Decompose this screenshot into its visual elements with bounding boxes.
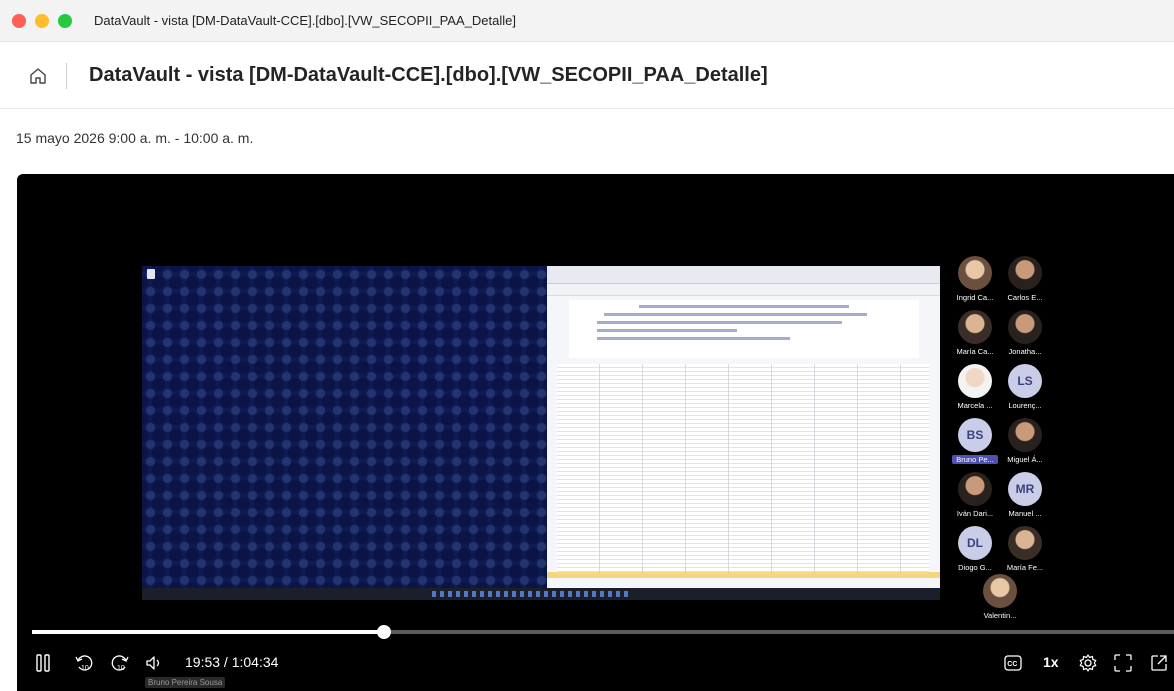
svg-text:10: 10: [117, 665, 125, 672]
forward-10-icon[interactable]: 10: [109, 652, 131, 674]
participant-name: Ingrid Ca...: [956, 293, 994, 302]
rewind-10-icon[interactable]: 10: [73, 652, 95, 674]
participant-name: Miguel Á...: [1007, 455, 1043, 464]
windows-taskbar: [142, 588, 940, 600]
participant-tile[interactable]: Ingrid Ca...: [952, 256, 998, 302]
svg-text:10: 10: [81, 665, 89, 672]
participant-name: Bruno Pe...: [952, 455, 998, 464]
speaker-tooltip: Bruno Pereira Sousa: [145, 677, 226, 688]
participant-tile[interactable]: DL Diogo G...: [952, 526, 998, 572]
participant-name: Diogo G...: [958, 563, 992, 572]
popout-icon[interactable]: [1149, 653, 1169, 673]
avatar: [958, 472, 992, 506]
participant-tile[interactable]: Miguel Á...: [1002, 418, 1048, 464]
participant-tile[interactable]: BS Bruno Pe...: [952, 418, 998, 464]
avatar: [983, 574, 1017, 608]
desktop-wallpaper: [142, 266, 547, 588]
close-window-button[interactable]: [12, 13, 26, 28]
shared-screen: [142, 264, 940, 604]
participant-tile[interactable]: Jonatha...: [1002, 310, 1048, 356]
participant-tile[interactable]: María Ca...: [952, 310, 998, 356]
participant-name: Carlos E...: [1007, 293, 1043, 302]
playback-time: 19:53 / 1:04:34: [185, 654, 279, 670]
fullscreen-icon[interactable]: [1113, 653, 1133, 673]
window-controls: [12, 13, 72, 28]
page-header: DataVault - vista [DM-DataVault-CCE].[db…: [0, 43, 1174, 109]
player-controls: 10 10 19:53 / 1:04:34 Bruno Pereira Sous…: [17, 644, 1174, 688]
avatar: LS: [1008, 364, 1042, 398]
participant-name: Jonatha...: [1008, 347, 1042, 356]
participant-tile[interactable]: MR Manuel ...: [1002, 472, 1048, 518]
video-player[interactable]: Ingrid Ca... Carlos E... María Ca... Jon…: [17, 174, 1174, 691]
desktop-file-icon: [147, 269, 155, 279]
progress-fill: [32, 630, 384, 634]
participant-tile[interactable]: LS Lourenç...: [1002, 364, 1048, 410]
avatar: MR: [1008, 472, 1042, 506]
participant-tile[interactable]: Carlos E...: [1002, 256, 1048, 302]
participant-name: Lourenç...: [1008, 401, 1042, 410]
avatar: [1008, 526, 1042, 560]
avatar: DL: [958, 526, 992, 560]
participant-name: María Ca...: [956, 347, 994, 356]
maximize-window-button[interactable]: [58, 13, 72, 28]
home-icon[interactable]: [28, 66, 48, 86]
window-title: DataVault - vista [DM-DataVault-CCE].[db…: [94, 13, 516, 28]
participant-tile[interactable]: Marcela ...: [952, 364, 998, 410]
sql-editor-titlebar: [547, 266, 940, 284]
volume-icon[interactable]: [143, 652, 165, 674]
page-title: DataVault - vista [DM-DataVault-CCE].[db…: [89, 64, 768, 86]
participant-tile[interactable]: Valentin...: [977, 574, 1023, 620]
progress-bar[interactable]: [32, 625, 1174, 639]
avatar: BS: [958, 418, 992, 452]
meeting-datetime: 15 mayo 2026 9:00 a. m. - 10:00 a. m.: [16, 130, 254, 146]
captions-icon[interactable]: CC: [1003, 653, 1023, 673]
participant-name: Manuel ...: [1008, 509, 1042, 518]
pause-icon[interactable]: [33, 654, 53, 672]
participant-tile[interactable]: Iván Dari...: [952, 472, 998, 518]
participant-name: María Fe...: [1006, 563, 1044, 572]
progress-handle[interactable]: [376, 625, 391, 639]
participant-name: Valentin...: [983, 611, 1017, 620]
avatar: [958, 256, 992, 290]
settings-icon[interactable]: [1077, 652, 1099, 674]
avatar: [958, 364, 992, 398]
sql-results-grid: [557, 364, 929, 574]
window-titlebar: DataVault - vista [DM-DataVault-CCE].[db…: [0, 0, 1174, 42]
svg-text:CC: CC: [1007, 661, 1017, 668]
avatar: [1008, 418, 1042, 452]
avatar: [958, 310, 992, 344]
avatar: [1008, 256, 1042, 290]
minimize-window-button[interactable]: [35, 13, 49, 28]
participant-name: Marcela ...: [957, 401, 993, 410]
participant-tile[interactable]: María Fe...: [1002, 526, 1048, 572]
avatar: [1008, 310, 1042, 344]
playback-speed[interactable]: 1x: [1043, 654, 1059, 670]
sql-editor-toolbar: [547, 284, 940, 296]
header-divider: [66, 62, 67, 89]
sql-status-bar: [547, 572, 940, 578]
participant-name: Iván Dari...: [956, 509, 994, 518]
sql-code-area: [569, 300, 919, 358]
sql-editor-window: [547, 266, 940, 588]
